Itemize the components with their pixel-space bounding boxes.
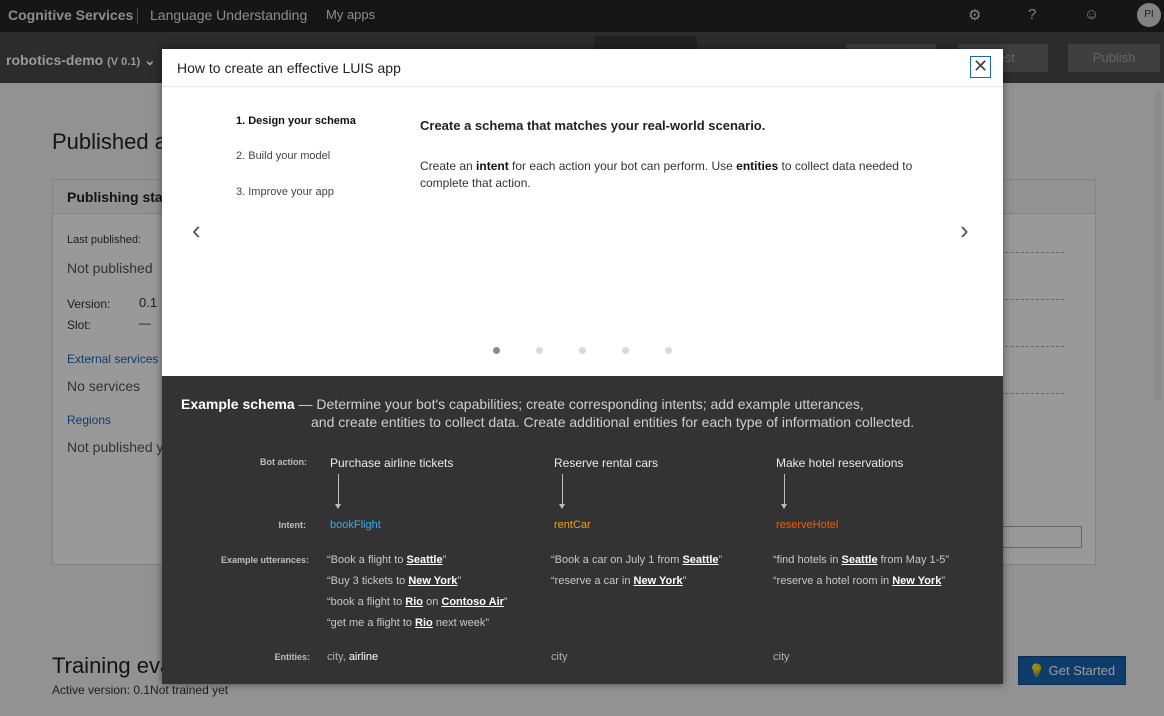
entity-name: city xyxy=(773,651,790,663)
entity-highlight: Contoso Air xyxy=(441,596,504,608)
arrow-down-icon xyxy=(781,474,787,509)
step-description: Create an intent for each action your bo… xyxy=(420,158,930,192)
chevron-left-icon[interactable]: ‹ xyxy=(192,217,201,243)
intent-name: bookFlight xyxy=(330,519,381,531)
arrow-down-icon xyxy=(335,474,341,509)
example-utterance: “Buy 3 tickets to New York” xyxy=(327,575,462,587)
entity-list: city, airline xyxy=(327,651,379,663)
entity-highlight: New York xyxy=(633,575,683,587)
utterances-label: Example utterances: xyxy=(220,555,309,565)
chevron-right-icon[interactable]: › xyxy=(960,217,969,243)
entity-highlight: Seattle xyxy=(682,554,719,566)
arrow-down-icon xyxy=(559,474,565,509)
entity-highlight: Rio xyxy=(415,617,433,629)
example-utterance: “find hotels in Seattle from May 1-5” xyxy=(773,554,950,566)
entity-highlight: New York xyxy=(892,575,942,587)
example-schema-panel: Example schema — Determine your bot's ca… xyxy=(162,376,1003,684)
desc-entities: entities xyxy=(736,159,779,173)
pager-dot[interactable] xyxy=(493,347,500,354)
pager-dot[interactable] xyxy=(536,347,543,354)
bot-action: Purchase airline tickets xyxy=(330,456,454,470)
desc-text: Create an xyxy=(420,159,477,173)
example-utterance: “book a flight to Rio on Contoso Air” xyxy=(327,596,508,608)
entity-highlight: Seattle xyxy=(841,554,878,566)
pager-dot[interactable] xyxy=(665,347,672,354)
intent-name: reserveHotel xyxy=(776,519,839,531)
entity-name: city xyxy=(327,651,343,663)
desc-intent: intent xyxy=(476,159,509,173)
example-utterance: “get me a flight to Rio next week” xyxy=(327,617,490,629)
entity-highlight: Rio xyxy=(405,596,424,608)
step-build-model[interactable]: 2. Build your model xyxy=(236,150,330,162)
tutorial-dialog: How to create an effective LUIS app ✕ 1.… xyxy=(162,49,1003,684)
example-intro: Example schema — Determine your bot's ca… xyxy=(181,395,961,431)
example-intro-line1: — Determine your bot's capabilities; cre… xyxy=(294,396,864,412)
scrollbar[interactable] xyxy=(1155,90,1161,400)
intent-label: Intent: xyxy=(278,520,307,530)
step-design-schema[interactable]: 1. Design your schema xyxy=(236,115,356,127)
bot-action: Reserve rental cars xyxy=(554,456,659,470)
entity-highlight: New York xyxy=(408,575,458,587)
entity-name: airline xyxy=(348,651,379,663)
example-utterance: “reserve a car in New York” xyxy=(551,575,687,587)
example-utterance: “Book a car on July 1 from Seattle” xyxy=(551,554,723,566)
pager-dot[interactable] xyxy=(622,347,629,354)
entities-label: Entities: xyxy=(274,652,310,662)
step-heading: Create a schema that matches your real-w… xyxy=(420,118,766,133)
entity-list: city xyxy=(773,651,790,663)
step-improve-app[interactable]: 3. Improve your app xyxy=(236,186,334,198)
close-icon[interactable]: ✕ xyxy=(970,56,991,78)
desc-text: for each action your bot can perform. Us… xyxy=(508,159,737,173)
bot-action: Make hotel reservations xyxy=(776,456,904,470)
bot-action-label: Bot action: xyxy=(260,457,307,467)
entity-list: city xyxy=(551,651,568,663)
header-divider xyxy=(162,86,1003,87)
entity-highlight: Seattle xyxy=(406,554,443,566)
pager-dot[interactable] xyxy=(579,347,586,354)
example-utterance: “reserve a hotel room in New York” xyxy=(773,575,946,587)
dialog-title: How to create an effective LUIS app xyxy=(177,60,401,76)
example-title: Example schema xyxy=(181,396,295,412)
example-utterance: “Book a flight to Seattle” xyxy=(327,554,447,566)
entity-name: city xyxy=(551,651,568,663)
example-intro-line2: and create entities to collect data. Cre… xyxy=(311,414,915,430)
intent-name: rentCar xyxy=(554,519,591,531)
